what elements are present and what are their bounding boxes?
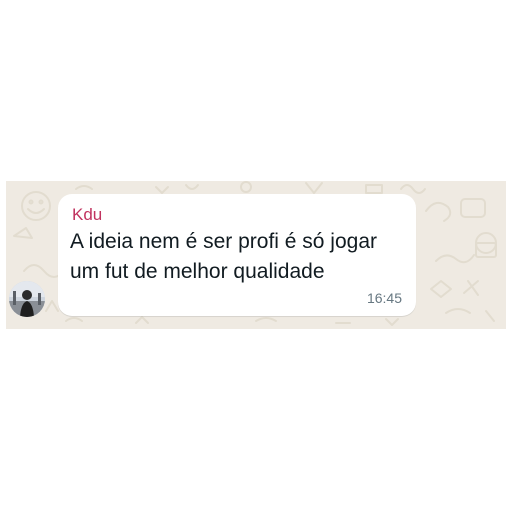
message-text: A ideia nem é ser profi é só jogar um fu…: [70, 230, 378, 283]
message-bubble[interactable]: Kdu A ideia nem é ser profi é só jogar u…: [58, 194, 416, 316]
avatar-photo: [9, 281, 45, 317]
sender-avatar[interactable]: [9, 281, 45, 317]
message-timestamp: 16:45: [366, 290, 402, 306]
sender-name[interactable]: Kdu: [72, 205, 102, 225]
